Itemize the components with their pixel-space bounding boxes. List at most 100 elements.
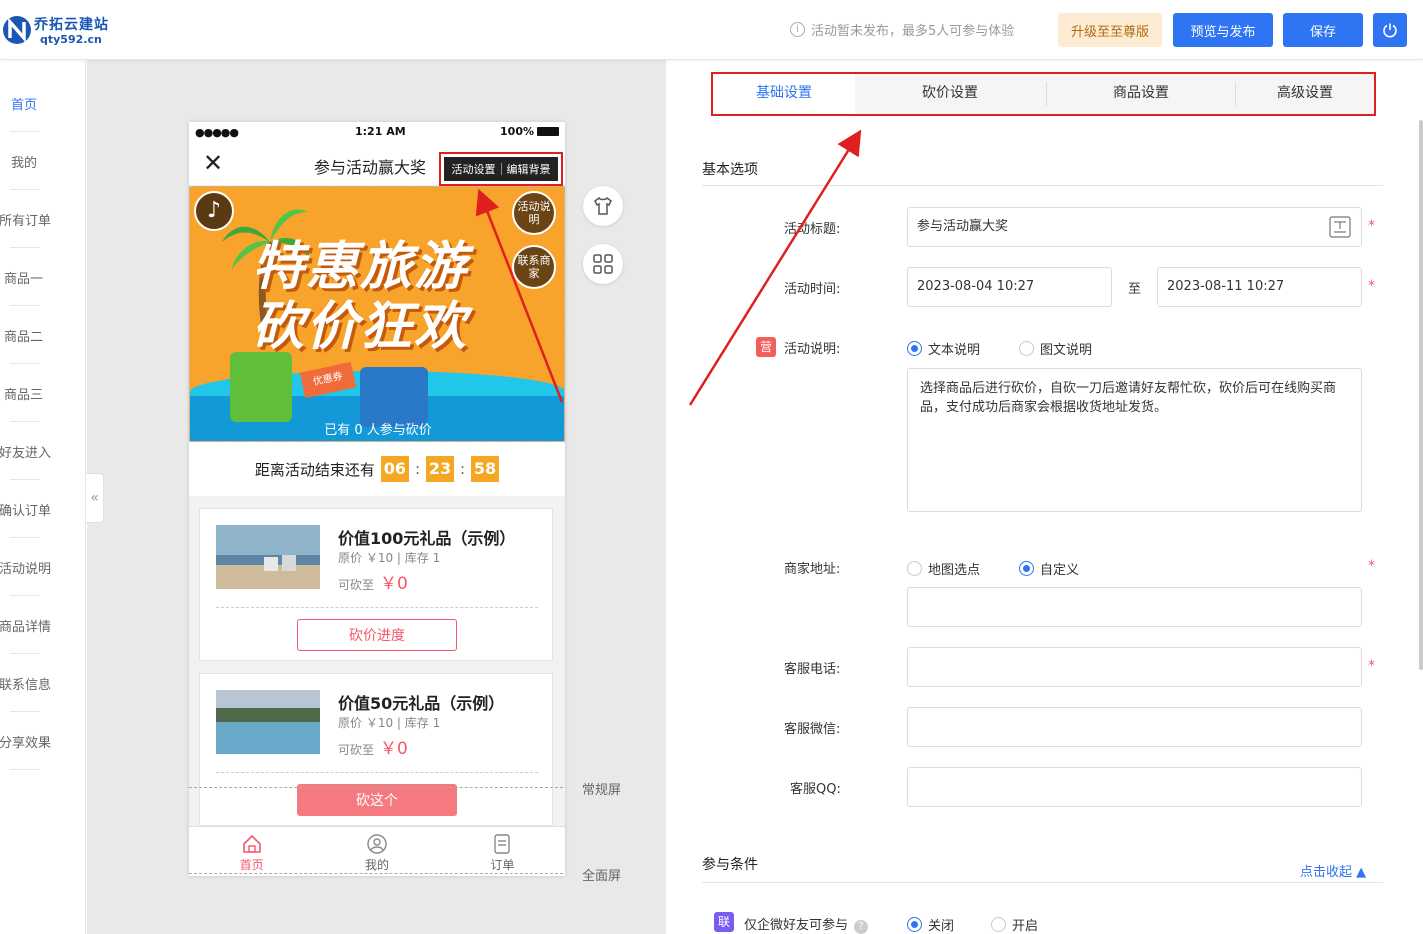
order-icon	[494, 834, 511, 854]
activity-rules-bubble[interactable]: 活动说明	[512, 191, 556, 235]
radio-unchecked-icon	[907, 561, 922, 576]
nav-item-label: 所有订单	[0, 214, 52, 229]
contact-merchant-bubble[interactable]: 联系商家	[512, 245, 556, 289]
tab-mine[interactable]: 我的	[314, 827, 439, 876]
text-format-icon[interactable]	[1329, 216, 1351, 238]
radio-checked-icon	[907, 917, 922, 932]
nav-item-product-detail[interactable]: 商品详情	[0, 596, 86, 654]
countdown-hours: 06	[380, 456, 409, 482]
theme-tool-button[interactable]	[583, 186, 623, 226]
radio-unchecked-icon	[991, 917, 1006, 932]
required-mark: *	[1368, 278, 1375, 294]
required-mark: *	[1368, 218, 1375, 234]
nav-item-confirm-order[interactable]: 确认订单	[0, 480, 86, 538]
tab-advanced-settings[interactable]: 高级设置	[1236, 74, 1374, 114]
edit-background-action[interactable]: 编辑背景	[507, 161, 551, 177]
help-icon[interactable]: ?	[854, 920, 869, 934]
activity-settings-action[interactable]: 活动设置	[452, 161, 496, 177]
desc-text-radio[interactable]: 文本说明	[907, 339, 980, 358]
collapse-section-link[interactable]: 点击收起 ▲	[1300, 861, 1366, 880]
condition-on-radio[interactable]: 开启	[991, 915, 1038, 934]
upgrade-button[interactable]: 升级至至尊版	[1058, 13, 1162, 47]
save-button[interactable]: 保存	[1283, 13, 1363, 47]
marketing-badge: 营	[756, 337, 776, 357]
wecom-condition-text: 仅企微好友可参与	[744, 918, 849, 933]
panel-scrollbar[interactable]	[1419, 120, 1423, 670]
music-note-icon[interactable]: ♪	[194, 191, 234, 231]
product-price: 可砍至 ￥0	[338, 734, 408, 759]
nav-item-label: 商品一	[4, 272, 44, 287]
bargain-this-button[interactable]: 砍这个	[297, 784, 457, 816]
nav-item-home[interactable]: 首页	[0, 74, 86, 132]
address-map-radio[interactable]: 地图选点	[907, 559, 980, 578]
nav-item-label: 确认订单	[0, 504, 52, 519]
tab-product-settings[interactable]: 商品设置	[1047, 74, 1235, 114]
section-divider	[702, 882, 1383, 883]
description-textarea[interactable]: 选择商品后进行砍价，自砍一刀后邀请好友帮忙砍，砍价后可在线购买商品，支付成功后商…	[907, 368, 1362, 512]
logo[interactable]: 乔拓云建站 qty592.cn	[2, 8, 122, 52]
start-time-input[interactable]: 2023-08-04 10:27	[907, 267, 1112, 307]
radio-label: 开启	[1012, 919, 1039, 934]
address-custom-radio[interactable]: 自定义	[1019, 559, 1079, 578]
component-tool-button[interactable]	[583, 244, 623, 284]
logo-name: 乔拓云建站	[34, 17, 109, 33]
nav-item-contact[interactable]: 联系信息	[0, 654, 86, 712]
service-phone-input[interactable]	[907, 647, 1362, 687]
nav-item-label: 商品三	[4, 388, 44, 403]
time-label: 活动时间:	[784, 282, 841, 297]
nav-item-product-2[interactable]: 商品二	[0, 306, 86, 364]
product-price-value: ￥0	[380, 739, 408, 759]
bargain-progress-button[interactable]: 砍价进度	[297, 619, 457, 651]
product-card[interactable]: 价值50元礼品（示例） 原价 ￥10 | 库存 1 可砍至 ￥0 砍这个	[199, 673, 553, 826]
nav-item-mine[interactable]: 我的	[0, 132, 86, 190]
tab-bargain-settings[interactable]: 砍价设置	[855, 74, 1045, 114]
service-qq-input[interactable]	[907, 767, 1362, 807]
address-input[interactable]	[907, 587, 1362, 627]
product-price-value: ￥0	[380, 574, 408, 594]
product-image-pool	[216, 690, 320, 754]
user-icon	[367, 834, 387, 854]
close-icon[interactable]: ✕	[203, 151, 223, 175]
tab-label: 首页	[239, 858, 264, 872]
product-divider	[216, 772, 538, 773]
nav-item-label: 首页	[11, 98, 38, 113]
section-basic-title: 基本选项	[702, 162, 758, 178]
product-card[interactable]: 价值100元礼品（示例） 原价 ￥10 | 库存 1 可砍至 ￥0 砍价进度	[199, 508, 553, 661]
section-conditions-title: 参与条件	[702, 857, 758, 873]
collapse-nav-button[interactable]: «	[86, 473, 104, 523]
radio-label: 图文说明	[1040, 343, 1093, 358]
nav-item-label: 活动说明	[0, 562, 52, 577]
radio-label: 自定义	[1040, 563, 1080, 578]
tab-home[interactable]: 首页	[189, 827, 314, 876]
collapse-link-label: 点击收起	[1300, 865, 1353, 880]
battery: 100%	[500, 125, 559, 138]
nav-item-product-3[interactable]: 商品三	[0, 364, 86, 422]
product-info: 原价 ￥10 | 库存 1	[338, 716, 441, 730]
phone-page-title: 参与活动赢大奖	[314, 158, 427, 177]
top-header: 乔拓云建站 qty592.cn i 活动暂未发布，最多5人可参与体验 升级至至尊…	[0, 0, 1423, 60]
condition-off-radio[interactable]: 关闭	[907, 915, 954, 934]
nav-item-share[interactable]: 分享效果	[0, 712, 86, 770]
activity-title-input[interactable]: 参与活动赢大奖	[907, 207, 1362, 247]
nav-item-product-1[interactable]: 商品一	[0, 248, 86, 306]
phone-label: 客服电话:	[784, 662, 841, 677]
desc-image-radio[interactable]: 图文说明	[1019, 339, 1092, 358]
tab-label: 我的	[364, 858, 389, 872]
nav-item-orders[interactable]: 所有订单	[0, 190, 86, 248]
nav-item-activity-desc[interactable]: 活动说明	[0, 538, 86, 596]
tab-basic-settings[interactable]: 基础设置	[713, 74, 855, 114]
service-wechat-input[interactable]	[907, 707, 1362, 747]
settings-panel: 基础设置 砍价设置 商品设置 高级设置 基本选项 活动标题: 参与活动赢大奖 *…	[666, 60, 1423, 934]
countdown-minutes: 23	[426, 456, 454, 482]
power-button[interactable]	[1373, 13, 1407, 47]
banner-image[interactable]: 特惠旅游 砍价狂欢 优惠券 ♪ 活动说明 联系商家 已有 0 人参与砍价	[189, 186, 565, 442]
end-time-input[interactable]: 2023-08-11 10:27	[1157, 267, 1362, 307]
qq-label: 客服QQ:	[790, 782, 841, 797]
tab-orders[interactable]: 订单	[440, 827, 565, 876]
nav-item-friend-enter[interactable]: 好友进入	[0, 422, 86, 480]
radio-label: 文本说明	[928, 343, 981, 358]
full-screen-line	[189, 873, 563, 874]
page-nav: 首页 我的 所有订单 商品一 商品二 商品三 好友进入 确认订单 活动说明 商品…	[0, 60, 86, 934]
banner-title: 特惠旅游 砍价狂欢	[252, 237, 468, 357]
preview-publish-button[interactable]: 预览与发布	[1173, 13, 1273, 47]
